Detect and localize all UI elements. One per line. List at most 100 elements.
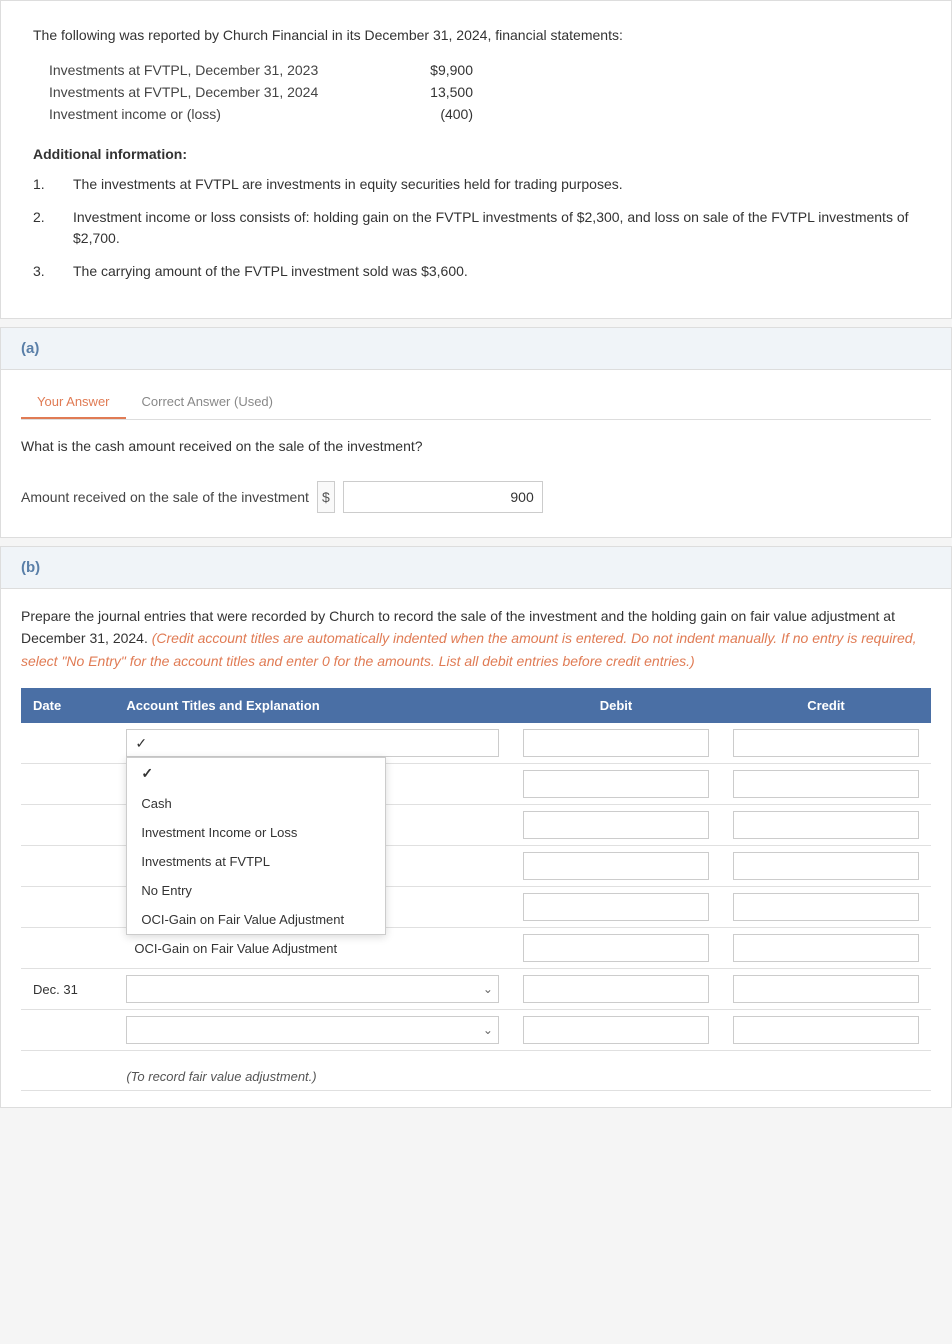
- date-cell-6: [21, 928, 114, 969]
- credit-input-1[interactable]: [733, 729, 919, 757]
- account-select-wrapper-7[interactable]: Cash Investment Income or Loss Investmen…: [126, 975, 499, 1003]
- credit-cell-8: [721, 1010, 931, 1051]
- debit-input-3[interactable]: [523, 811, 709, 839]
- debit-cell-5: [511, 887, 721, 928]
- row1-label: Investments at FVTPL, December 31, 2023: [49, 62, 369, 78]
- debit-cell-6: [511, 928, 721, 969]
- date-cell-5: [21, 887, 114, 928]
- input-label: Amount received on the sale of the inves…: [21, 489, 309, 505]
- credit-cell-3: [721, 805, 931, 846]
- journal-table: Date Account Titles and Explanation Debi…: [21, 688, 931, 1091]
- table-row: ✓ ✓ Cash Investment Income or Loss Inves…: [21, 723, 931, 764]
- account-dropdown-open[interactable]: ✓ ✓ Cash Investment Income or Loss Inves…: [126, 729, 499, 757]
- financial-row-1: Investments at FVTPL, December 31, 2023 …: [49, 62, 919, 78]
- date-cell-2: [21, 764, 114, 805]
- dropdown-list: ✓ Cash Investment Income or Loss Investm…: [126, 757, 386, 935]
- credit-input-8[interactable]: [733, 1016, 919, 1044]
- table-row-footnote: (To record fair value adjustment.): [21, 1051, 931, 1091]
- row2-value: 13,500: [393, 84, 473, 100]
- instructions-italic: (Credit account titles are automatically…: [21, 630, 916, 668]
- credit-cell-1: [721, 723, 931, 764]
- section-b-header: (b): [1, 547, 951, 589]
- table-row: Dec. 31 Cash Investment Income or Loss I…: [21, 969, 931, 1010]
- amount-input[interactable]: [343, 481, 543, 513]
- section-a-content: Your Answer Correct Answer (Used) What i…: [1, 370, 951, 537]
- col-credit: Credit: [721, 688, 931, 723]
- credit-cell-5: [721, 887, 931, 928]
- debit-cell-1: [511, 723, 721, 764]
- financial-table: Investments at FVTPL, December 31, 2023 …: [49, 62, 919, 122]
- dollar-sign: $: [317, 481, 335, 513]
- section-a-header: (a): [1, 328, 951, 370]
- footnote-cell: (To record fair value adjustment.): [114, 1051, 931, 1091]
- problem-statement: The following was reported by Church Fin…: [0, 0, 952, 319]
- debit-input-7[interactable]: [523, 975, 709, 1003]
- table-row: Cash Investment Income or Loss Investmen…: [21, 1010, 931, 1051]
- credit-input-5[interactable]: [733, 893, 919, 921]
- financial-row-3: Investment income or (loss) (400): [49, 106, 919, 122]
- list-item-3: 3. The carrying amount of the FVTPL inve…: [33, 261, 919, 282]
- date-cell-4: [21, 846, 114, 887]
- debit-cell-8: [511, 1010, 721, 1051]
- dropdown-item-no-entry[interactable]: No Entry: [127, 876, 385, 905]
- row3-label: Investment income or (loss): [49, 106, 369, 122]
- financial-row-2: Investments at FVTPL, December 31, 2024 …: [49, 84, 919, 100]
- section-b: (b) Prepare the journal entries that wer…: [0, 546, 952, 1108]
- credit-cell-6: [721, 928, 931, 969]
- answer-tabs: Your Answer Correct Answer (Used): [21, 386, 931, 420]
- col-account: Account Titles and Explanation: [114, 688, 511, 723]
- debit-input-4[interactable]: [523, 852, 709, 880]
- list-item-3-text: The carrying amount of the FVTPL investm…: [73, 261, 468, 282]
- credit-cell-2: [721, 764, 931, 805]
- date-cell-7: Dec. 31: [21, 969, 114, 1010]
- additional-info-label: Additional information:: [33, 146, 919, 162]
- row3-value: (400): [393, 106, 473, 122]
- numbered-list: 1. The investments at FVTPL are investme…: [33, 174, 919, 282]
- debit-input-8[interactable]: [523, 1016, 709, 1044]
- question-text: What is the cash amount received on the …: [21, 436, 931, 457]
- credit-input-6[interactable]: [733, 934, 919, 962]
- list-item-2: 2. Investment income or loss consists of…: [33, 207, 919, 249]
- credit-input-7[interactable]: [733, 975, 919, 1003]
- dropdown-item-investments-fvtpl[interactable]: Investments at FVTPL: [127, 847, 385, 876]
- col-debit: Debit: [511, 688, 721, 723]
- debit-input-6[interactable]: [523, 934, 709, 962]
- account-select-wrapper-8[interactable]: Cash Investment Income or Loss Investmen…: [126, 1016, 499, 1044]
- dropdown-item-investment-income[interactable]: Investment Income or Loss: [127, 818, 385, 847]
- dropdown-item-oci-gain[interactable]: OCI-Gain on Fair Value Adjustment: [127, 905, 385, 934]
- account-select-8[interactable]: Cash Investment Income or Loss Investmen…: [126, 1016, 499, 1044]
- row1-value: $9,900: [393, 62, 473, 78]
- section-b-content: Prepare the journal entries that were re…: [1, 589, 951, 1107]
- debit-input-1[interactable]: [523, 729, 709, 757]
- section-a: (a) Your Answer Correct Answer (Used) Wh…: [0, 327, 952, 538]
- checkmark-icon: ✓: [135, 735, 147, 752]
- date-cell-3: [21, 805, 114, 846]
- credit-input-3[interactable]: [733, 811, 919, 839]
- debit-cell-3: [511, 805, 721, 846]
- date-cell-1: [21, 723, 114, 764]
- footnote-text: (To record fair value adjustment.): [126, 1069, 919, 1084]
- credit-input-2[interactable]: [733, 770, 919, 798]
- account-cell-7: Cash Investment Income or Loss Investmen…: [114, 969, 511, 1010]
- debit-cell-2: [511, 764, 721, 805]
- list-item-1: 1. The investments at FVTPL are investme…: [33, 174, 919, 195]
- debit-cell-7: [511, 969, 721, 1010]
- credit-cell-4: [721, 846, 931, 887]
- list-item-1-text: The investments at FVTPL are investments…: [73, 174, 623, 195]
- dropdown-item-cash[interactable]: Cash: [127, 789, 385, 818]
- table-header-row: Date Account Titles and Explanation Debi…: [21, 688, 931, 723]
- tab-correct-answer[interactable]: Correct Answer (Used): [126, 386, 289, 419]
- debit-input-5[interactable]: [523, 893, 709, 921]
- tab-your-answer[interactable]: Your Answer: [21, 386, 126, 419]
- instructions-text: Prepare the journal entries that were re…: [21, 605, 931, 672]
- amount-input-row: Amount received on the sale of the inves…: [21, 473, 931, 521]
- credit-input-4[interactable]: [733, 852, 919, 880]
- account-select-7[interactable]: Cash Investment Income or Loss Investmen…: [126, 975, 499, 1003]
- account-cell-1: ✓ ✓ Cash Investment Income or Loss Inves…: [114, 723, 511, 764]
- row2-label: Investments at FVTPL, December 31, 2024: [49, 84, 369, 100]
- debit-cell-4: [511, 846, 721, 887]
- col-date: Date: [21, 688, 114, 723]
- debit-input-2[interactable]: [523, 770, 709, 798]
- dropdown-item-checked[interactable]: ✓: [127, 758, 385, 789]
- intro-text: The following was reported by Church Fin…: [33, 25, 919, 46]
